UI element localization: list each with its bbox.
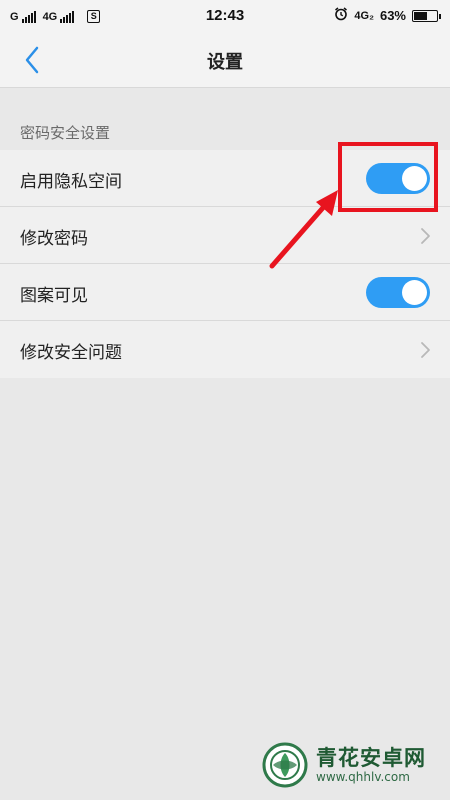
annotation-arrow-icon (269, 190, 338, 269)
watermark-url: www.qhhlv.com (316, 770, 410, 784)
status-right: 4G₂ 63% (334, 7, 441, 24)
toggle-knob (402, 280, 427, 305)
status-bar: G 4G S 12:43 4G₂ 63% (0, 0, 450, 32)
setting-label: 修改安全问题 (20, 343, 122, 363)
alarm-clock-icon (334, 7, 348, 24)
annotation-highlight-box (338, 142, 438, 212)
watermark-title: 青花安卓网 (316, 746, 426, 770)
network-type-3: 4G₂ (354, 9, 374, 22)
chevron-right-icon (421, 342, 430, 358)
battery-percent: 63% (379, 8, 406, 23)
setting-label: 修改密码 (20, 229, 88, 249)
setting-change-security-question[interactable]: 修改安全问题 (0, 321, 450, 378)
setting-pattern-visible[interactable]: 图案可见 (0, 264, 450, 321)
setting-change-password[interactable]: 修改密码 (0, 207, 450, 264)
battery-icon (412, 9, 441, 22)
pattern-visible-toggle[interactable] (366, 277, 430, 308)
watermark-text: 青花安卓网 www.qhhlv.com (316, 746, 426, 784)
chevron-right-icon (421, 228, 430, 244)
watermark: 青花安卓网 www.qhhlv.com (262, 740, 426, 790)
page-title: 设置 (207, 52, 243, 73)
qhhlv-logo-icon (262, 742, 308, 788)
setting-label: 图案可见 (20, 286, 88, 306)
setting-label: 启用隐私空间 (20, 172, 122, 192)
section-header: 密码安全设置 (20, 124, 111, 142)
title-bar: 设置 (0, 32, 450, 88)
